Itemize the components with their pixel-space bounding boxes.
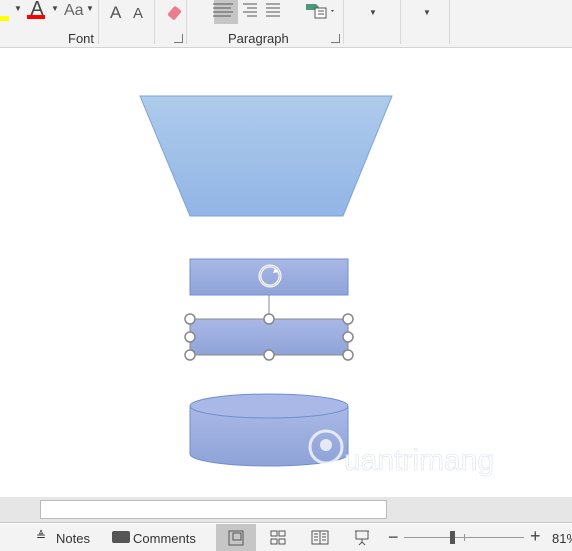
- resize-handle[interactable]: [263, 349, 275, 361]
- zoom-level[interactable]: 81%: [552, 531, 572, 546]
- zoom-slider[interactable]: [404, 531, 524, 544]
- dropdown-arrow-icon[interactable]: ▼: [423, 8, 431, 17]
- zoom-slider-thumb[interactable]: [450, 531, 455, 544]
- font-color-swatch: [27, 15, 45, 19]
- slideshow-button[interactable]: [342, 524, 382, 551]
- change-case-button[interactable]: Aa: [64, 2, 84, 20]
- reading-view-icon: [311, 530, 329, 544]
- slide-sorter-icon: [270, 530, 286, 544]
- zoom-in-button[interactable]: +: [530, 526, 541, 547]
- normal-view-button[interactable]: [216, 524, 256, 551]
- normal-view-icon: [228, 530, 244, 545]
- resize-handle[interactable]: [184, 349, 196, 361]
- status-bar: ≜ Notes Comments − + 81%: [0, 524, 572, 551]
- dropdown-arrow-icon[interactable]: ▼: [369, 8, 377, 17]
- highlight-color-swatch: [0, 16, 9, 21]
- align-center-button[interactable]: [214, 0, 238, 24]
- font-color-button[interactable]: A: [27, 0, 47, 20]
- slideshow-icon: [355, 530, 369, 545]
- resize-handle[interactable]: [184, 331, 196, 343]
- paragraph-dialog-launcher-icon[interactable]: [331, 34, 340, 43]
- notes-icon: ≜: [36, 529, 47, 543]
- reading-view-button[interactable]: [300, 524, 340, 551]
- zoom-out-button[interactable]: −: [388, 527, 399, 548]
- slide-sorter-button[interactable]: [258, 524, 298, 551]
- notes-button[interactable]: ≜ Notes: [34, 524, 94, 551]
- resize-handle[interactable]: [263, 313, 275, 325]
- resize-handle[interactable]: [342, 313, 354, 325]
- paragraph-group-label: Paragraph: [228, 31, 289, 46]
- slide-canvas[interactable]: uantrimang: [0, 48, 572, 497]
- font-group-label: Font: [68, 31, 95, 46]
- dropdown-arrow-icon[interactable]: ▼: [51, 4, 59, 13]
- resize-handle[interactable]: [184, 313, 196, 325]
- highlight-button[interactable]: [0, 2, 10, 21]
- svg-text:uantrimang: uantrimang: [344, 444, 494, 477]
- grow-font-button[interactable]: A: [110, 3, 121, 23]
- justify-button[interactable]: [264, 0, 286, 24]
- shrink-font-button[interactable]: A: [133, 5, 143, 22]
- resize-handle[interactable]: [342, 331, 354, 343]
- smartart-convert-icon[interactable]: [306, 2, 334, 20]
- clear-formatting-eraser-icon[interactable]: [164, 3, 182, 21]
- comments-button[interactable]: Comments: [110, 524, 200, 551]
- resize-handle[interactable]: [342, 349, 354, 361]
- notes-input[interactable]: [40, 500, 387, 519]
- rectangle-shape[interactable]: [189, 258, 349, 296]
- comment-icon: [112, 531, 130, 543]
- dropdown-arrow-icon[interactable]: ▼: [86, 4, 94, 13]
- ribbon: ▼ A ▼ Aa ▼ A A Font Paragraph ▼ ▼: [0, 0, 572, 48]
- notes-bar: [0, 497, 572, 523]
- dropdown-arrow-icon[interactable]: ▼: [14, 4, 22, 13]
- align-right-button[interactable]: [242, 0, 264, 24]
- slide-shapes: uantrimang: [139, 95, 494, 477]
- font-dialog-launcher-icon[interactable]: [174, 34, 183, 43]
- trapezoid-shape[interactable]: [139, 95, 393, 217]
